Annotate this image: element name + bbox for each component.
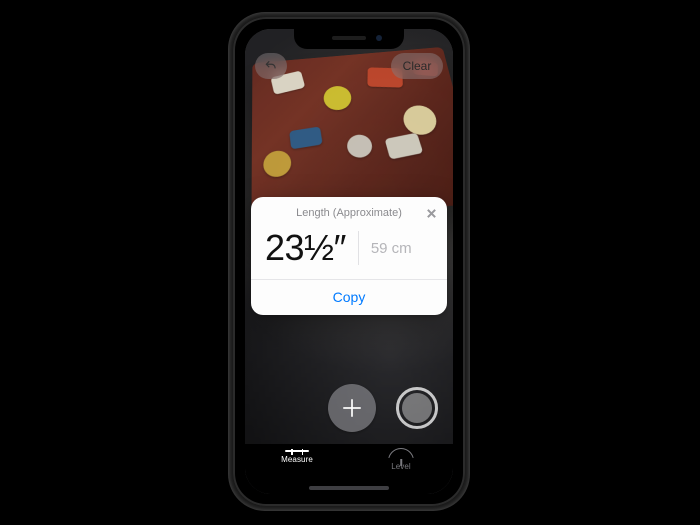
popup-header: Length (Approximate): [251, 197, 447, 223]
close-button[interactable]: [423, 205, 439, 221]
measurement-popup: Length (Approximate) 23½″ 59 cm: [251, 197, 447, 315]
home-indicator[interactable]: [309, 486, 389, 490]
secondary-measurement: 59 cm: [371, 240, 412, 257]
undo-button[interactable]: [255, 53, 287, 79]
tab-measure-label: Measure: [281, 455, 313, 464]
primary-measurement: 23½″: [265, 227, 346, 269]
add-point-button[interactable]: [328, 384, 376, 432]
shutter-button[interactable]: [396, 387, 438, 429]
undo-icon: [264, 59, 278, 73]
clear-button[interactable]: Clear: [391, 53, 443, 79]
device-notch: [294, 29, 404, 49]
shutter-icon: [402, 393, 432, 423]
screen: Clear Length (Approximate) 23½″: [245, 29, 453, 494]
close-icon: [426, 208, 437, 219]
popup-body: 23½″ 59 cm: [251, 223, 447, 279]
scene-sticker: [401, 104, 439, 136]
ruler-icon: [285, 450, 309, 452]
phone-bezel: Clear Length (Approximate) 23½″: [233, 17, 465, 506]
scene-sticker: [384, 133, 423, 160]
controls-spacer: [260, 384, 308, 432]
scene-sticker: [263, 150, 291, 179]
copy-button[interactable]: Copy: [251, 280, 447, 315]
scene-sticker: [290, 126, 324, 149]
top-toolbar: Clear: [245, 53, 453, 83]
measurement-divider: [358, 231, 359, 265]
scene-sticker: [346, 134, 374, 159]
level-icon: [388, 450, 414, 459]
plus-icon: [351, 399, 353, 417]
popup-title: Length (Approximate): [296, 207, 402, 219]
copy-button-label: Copy: [333, 289, 366, 305]
stage: Clear Length (Approximate) 23½″: [0, 0, 700, 525]
clear-button-label: Clear: [403, 59, 432, 73]
phone-frame: Clear Length (Approximate) 23½″: [229, 13, 469, 510]
scene-sticker: [323, 85, 353, 111]
bottom-controls: [245, 380, 453, 436]
